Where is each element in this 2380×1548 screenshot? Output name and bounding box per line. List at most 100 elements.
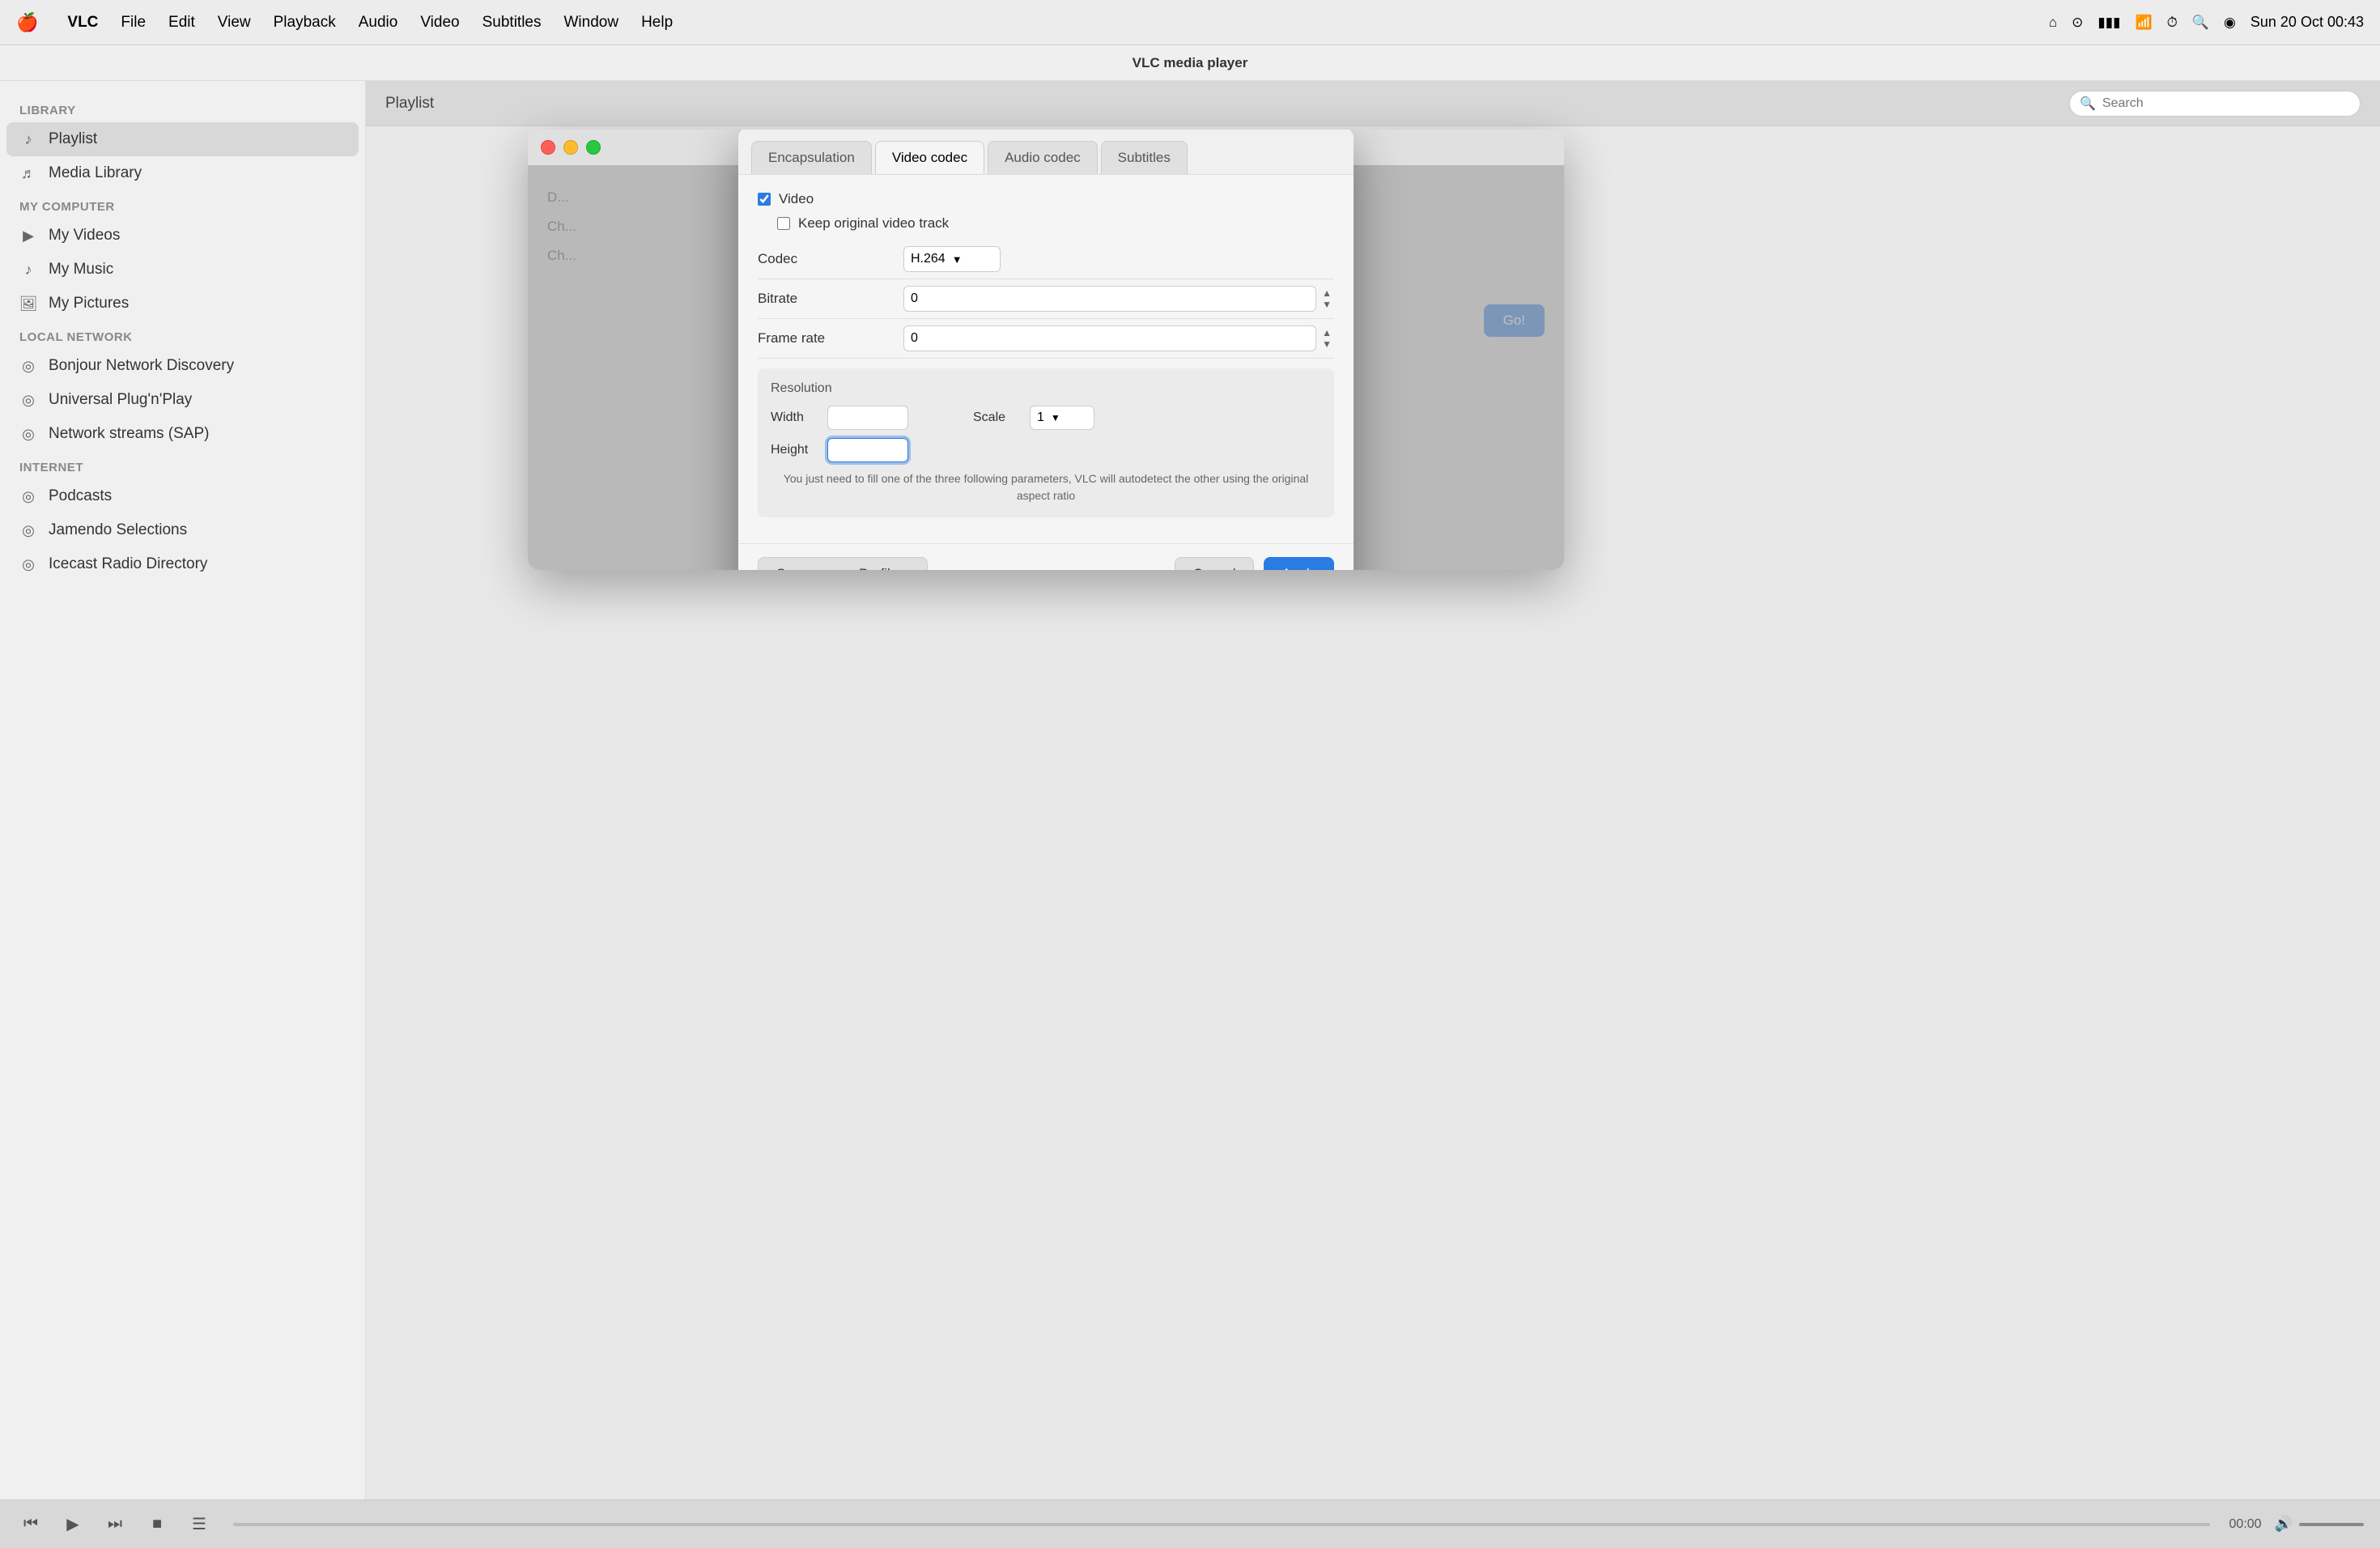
prev-button[interactable]: ⏮ [16,1510,45,1539]
tab-encapsulation[interactable]: Encapsulation [751,141,872,174]
resolution-section: Resolution Width 720 Scale [758,368,1334,517]
clock-icon[interactable]: ⏱ [2167,15,2178,31]
battery-icon[interactable]: ▮▮▮ [2097,15,2120,31]
sidebar-item-podcasts[interactable]: ◎ Podcasts [0,479,365,513]
my-videos-icon: ▶ [19,227,37,245]
codec-control: H.264 ▼ [903,246,1334,272]
video-checkbox-label: Video [779,191,814,207]
close-button[interactable] [541,140,555,155]
volume-icon[interactable]: 🔊 [2275,1516,2293,1533]
local-network-section-label: LOCAL NETWORK [0,321,365,349]
maximize-button[interactable] [586,140,601,155]
minimize-button[interactable] [563,140,578,155]
video-checkbox[interactable] [758,193,771,206]
menu-subtitles[interactable]: Subtitles [482,14,542,32]
internet-section-label: INTERNET [0,451,365,479]
traffic-lights [541,140,601,155]
scale-select[interactable]: 1 ▼ [1030,406,1094,430]
window-title: VLC media player [1133,55,1248,71]
bitrate-stepper[interactable]: ▲ ▼ [1320,287,1334,310]
volume-slider[interactable] [2299,1523,2364,1526]
search-input[interactable] [2102,96,2350,111]
codec-select[interactable]: H.264 ▼ [903,246,1001,272]
sidebar-item-my-videos[interactable]: ▶ My Videos [0,219,365,253]
scale-value: 1 [1037,410,1044,425]
search-icon[interactable]: 🔍 [2192,15,2209,31]
framerate-up[interactable]: ▲ [1320,327,1334,338]
playlist-toggle-button[interactable]: ☰ [185,1510,214,1539]
tab-subtitles[interactable]: Subtitles [1101,141,1188,174]
framerate-label: Frame rate [758,330,903,347]
sidebar-item-network-streams[interactable]: ◎ Network streams (SAP) [0,417,365,451]
framerate-row: Frame rate 0 ▲ ▼ [758,319,1334,359]
menu-audio[interactable]: Audio [359,14,398,32]
width-input[interactable]: 720 [827,406,908,430]
sidebar-item-jamendo[interactable]: ◎ Jamendo Selections [0,513,365,547]
sidebar-item-upnp[interactable]: ◎ Universal Plug'n'Play [0,383,365,417]
window-titlebar: VLC media player [0,45,2380,81]
sidebar-item-network-streams-label: Network streams (SAP) [49,425,209,443]
save-profile-button[interactable]: Save as new Profile... [758,557,928,570]
height-field: Height 830 [771,438,908,462]
cancel-button[interactable]: Cancel [1175,557,1255,570]
sidebar-item-my-pictures[interactable]: 🖼 My Pictures [0,287,365,321]
codec-value: H.264 [911,252,946,266]
bitrate-input[interactable]: 0 [903,286,1316,312]
apply-button[interactable]: Apply [1264,557,1334,570]
sidebar: LIBRARY ♪ Playlist ♬ Media Library MY CO… [0,81,366,1535]
menu-playback[interactable]: Playback [274,14,336,32]
library-section-label: LIBRARY [0,94,365,122]
cast-icon[interactable]: ⌂ [2049,15,2057,31]
height-input[interactable]: 830 [827,438,908,462]
sidebar-item-my-music-label: My Music [49,261,113,279]
fast-user-switch-icon[interactable]: ◉ [2224,15,2236,31]
screen-record-icon[interactable]: ⊙ [2072,15,2083,31]
keep-original-label: Keep original video track [798,215,949,232]
progress-bar[interactable] [233,1523,2210,1526]
wifi-icon[interactable]: 📶 [2135,15,2152,31]
dialog-overlay: Encapsulation Video codec Audio codec Su… [528,165,1564,570]
network-streams-icon: ◎ [19,425,37,443]
stop-button[interactable]: ■ [142,1510,172,1539]
media-library-icon: ♬ [19,164,37,182]
width-field: Width 720 [771,406,908,430]
bitrate-control: 0 ▲ ▼ [903,286,1334,312]
framerate-input[interactable]: 0 [903,325,1316,351]
menu-window[interactable]: Window [563,14,618,32]
tabs-bar: Encapsulation Video codec Audio codec Su… [738,130,1354,175]
tab-video-codec[interactable]: Video codec [875,141,984,174]
search-box[interactable]: 🔍 [2069,91,2361,117]
framerate-down[interactable]: ▼ [1320,338,1334,350]
tab-audio-codec[interactable]: Audio codec [988,141,1098,174]
sidebar-item-podcasts-label: Podcasts [49,487,112,505]
sidebar-item-icecast[interactable]: ◎ Icecast Radio Directory [0,547,365,581]
menu-view[interactable]: View [218,14,251,32]
bonjour-icon: ◎ [19,357,37,375]
bitrate-up[interactable]: ▲ [1320,287,1334,299]
sidebar-item-playlist[interactable]: ♪ Playlist [6,122,359,156]
sidebar-item-media-library[interactable]: ♬ Media Library [0,156,365,190]
menu-edit[interactable]: Edit [168,14,195,32]
menu-file[interactable]: File [121,14,146,32]
menubar-right: ⌂ ⊙ ▮▮▮ 📶 ⏱ 🔍 ◉ Sun 20 Oct 00:43 [2049,14,2364,31]
my-pictures-icon: 🖼 [19,295,37,313]
sidebar-item-my-pictures-label: My Pictures [49,295,129,313]
icecast-icon: ◎ [19,555,37,573]
jamendo-icon: ◎ [19,521,37,539]
sidebar-item-my-music[interactable]: ♪ My Music [0,253,365,287]
menu-help[interactable]: Help [641,14,673,32]
my-music-icon: ♪ [19,261,37,279]
sidebar-item-playlist-label: Playlist [49,130,97,148]
bitrate-label: Bitrate [758,291,903,307]
next-button[interactable]: ⏭ [100,1510,130,1539]
keep-original-checkbox[interactable] [777,217,790,230]
menu-video[interactable]: Video [420,14,459,32]
bitrate-down[interactable]: ▼ [1320,299,1334,310]
apple-menu[interactable]: 🍎 [16,12,38,33]
width-label: Width [771,410,819,425]
sidebar-item-bonjour[interactable]: ◎ Bonjour Network Discovery [0,349,365,383]
play-button[interactable]: ▶ [58,1510,87,1539]
framerate-control: 0 ▲ ▼ [903,325,1334,351]
framerate-stepper[interactable]: ▲ ▼ [1320,327,1334,350]
app-name[interactable]: VLC [67,14,98,32]
